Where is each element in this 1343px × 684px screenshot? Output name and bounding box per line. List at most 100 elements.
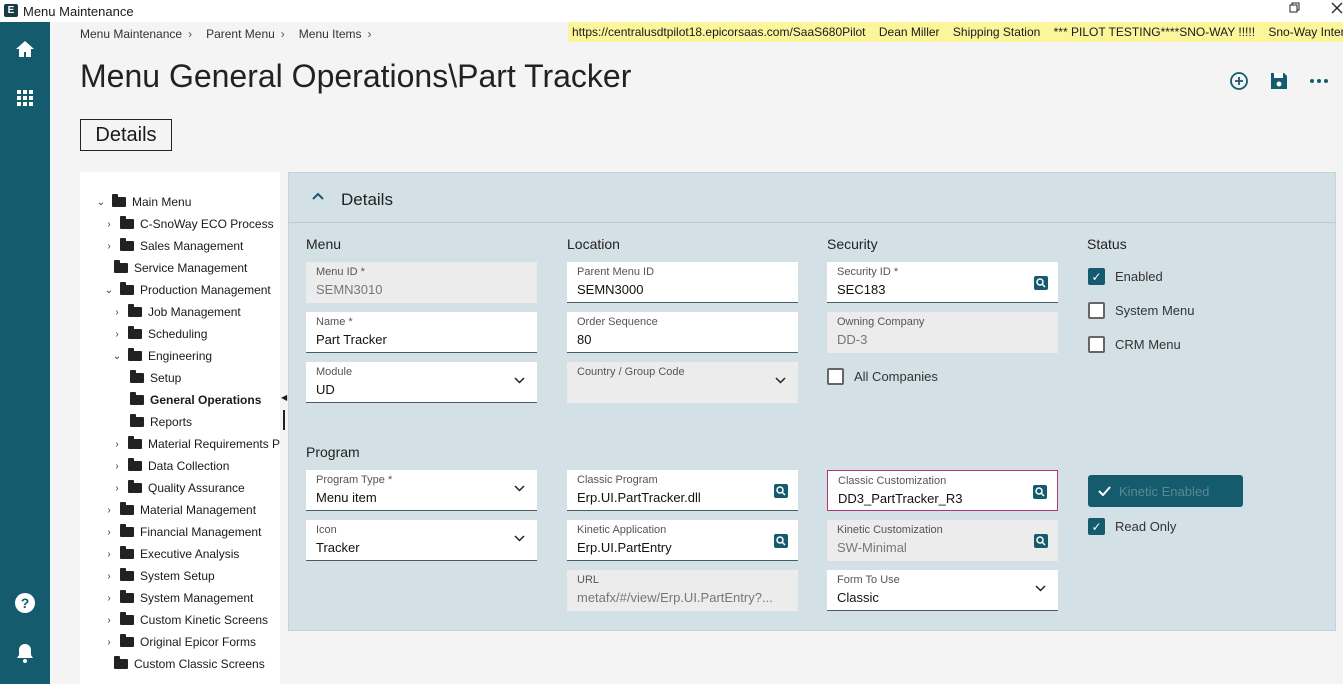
chevron-right-icon[interactable]: › xyxy=(104,527,114,538)
all-companies-checkbox[interactable]: All Companies xyxy=(827,368,938,385)
more-icon[interactable] xyxy=(1308,70,1330,92)
chevron-right-icon[interactable]: › xyxy=(112,461,122,472)
chevron-right-icon[interactable]: › xyxy=(104,505,114,516)
folder-icon xyxy=(128,326,142,339)
tree-item-material-requirements-planning[interactable]: › Material Requirements Pla xyxy=(112,434,280,454)
tree-item-financial-management[interactable]: › Financial Management xyxy=(104,522,261,542)
tree-resize-handle[interactable] xyxy=(283,410,285,430)
chevron-down-icon[interactable]: ⌄ xyxy=(96,197,106,208)
tree-item-data-collection[interactable]: › Data Collection xyxy=(112,456,229,476)
folder-icon xyxy=(130,370,144,383)
security-id-field[interactable]: Security ID * SEC183 xyxy=(827,262,1058,303)
tab-details[interactable]: Details xyxy=(80,119,172,151)
tree-item-executive-analysis[interactable]: › Executive Analysis xyxy=(104,544,239,564)
checkbox-box[interactable] xyxy=(827,368,844,385)
form-to-use-select[interactable]: Form To Use Classic xyxy=(827,570,1058,611)
checkmark-icon xyxy=(1098,484,1111,499)
chevron-down-icon[interactable] xyxy=(1035,583,1046,595)
chevron-down-icon[interactable] xyxy=(514,533,525,545)
chevron-down-icon[interactable]: ⌄ xyxy=(104,285,114,296)
close-window-icon[interactable] xyxy=(1328,2,1343,17)
url-field[interactable]: URL metafx/#/view/Erp.UI.PartEntry?... xyxy=(567,570,798,611)
checkmark-icon[interactable]: ✓ xyxy=(1088,268,1105,285)
search-icon[interactable] xyxy=(1034,534,1048,548)
country-group-code-select[interactable]: Country / Group Code xyxy=(567,362,798,403)
icon-select[interactable]: Icon Tracker xyxy=(306,520,537,561)
kinetic-application-field[interactable]: Kinetic Application Erp.UI.PartEntry xyxy=(567,520,798,561)
enabled-checkbox[interactable]: ✓ Enabled xyxy=(1088,268,1163,285)
tree-item-reports[interactable]: Reports xyxy=(130,412,192,432)
crm-menu-checkbox[interactable]: CRM Menu xyxy=(1088,336,1181,353)
chevron-right-icon[interactable]: › xyxy=(104,593,114,604)
search-icon[interactable] xyxy=(1034,276,1048,290)
order-sequence-field[interactable]: Order Sequence 80 xyxy=(567,312,798,353)
tree-item-main-menu[interactable]: ⌄ Main Menu xyxy=(96,192,191,212)
chevron-down-icon[interactable]: ⌄ xyxy=(112,351,122,362)
chevron-right-icon[interactable]: › xyxy=(112,439,122,450)
breadcrumb-parent-menu[interactable]: Parent Menu xyxy=(206,27,275,41)
tree-item-quality-assurance[interactable]: › Quality Assurance xyxy=(112,478,245,498)
tree-item-job-management[interactable]: › Job Management xyxy=(112,302,241,322)
tree-item-custom-kinetic-screens[interactable]: › Custom Kinetic Screens xyxy=(104,610,268,630)
restore-window-icon[interactable] xyxy=(1286,2,1304,17)
left-nav-rail: ? xyxy=(0,22,50,684)
breadcrumb-menu-maintenance[interactable]: Menu Maintenance xyxy=(80,27,182,41)
details-panel-header[interactable]: Details xyxy=(289,173,1335,223)
menu-id-field[interactable]: Menu ID * SEMN3010 xyxy=(306,262,537,303)
collapse-tree-arrow-icon[interactable]: ◀ xyxy=(281,393,287,402)
tree-item-service-management[interactable]: Service Management xyxy=(114,258,247,278)
system-menu-checkbox[interactable]: System Menu xyxy=(1088,302,1194,319)
chevron-right-icon[interactable]: › xyxy=(104,615,114,626)
chevron-right-icon[interactable]: › xyxy=(112,483,122,494)
tree-item-engineering[interactable]: ⌄ Engineering xyxy=(112,346,212,366)
search-icon[interactable] xyxy=(774,484,788,498)
read-only-checkbox[interactable]: ✓ Read Only xyxy=(1088,518,1176,535)
tree-item-sales-management[interactable]: › Sales Management xyxy=(104,236,243,256)
name-field[interactable]: Name * Part Tracker xyxy=(306,312,537,353)
chevron-right-icon[interactable]: › xyxy=(104,219,114,230)
chevron-right-icon[interactable]: › xyxy=(112,329,122,340)
tree-item-production-management[interactable]: ⌄ Production Management xyxy=(104,280,271,300)
chevron-down-icon[interactable] xyxy=(514,483,525,495)
kinetic-enabled-toggle[interactable]: Kinetic Enabled xyxy=(1088,475,1243,507)
tree-item-custom-classic-screens[interactable]: Custom Classic Screens xyxy=(114,654,265,674)
chevron-right-icon[interactable]: › xyxy=(104,241,114,252)
parent-menu-id-field[interactable]: Parent Menu ID SEMN3000 xyxy=(567,262,798,303)
tree-item-original-epicor-forms[interactable]: › Original Epicor Forms xyxy=(104,632,256,652)
apps-grid-icon[interactable] xyxy=(13,86,37,110)
chevron-down-icon[interactable] xyxy=(775,375,786,387)
chevron-down-icon[interactable] xyxy=(514,375,525,387)
bell-icon[interactable] xyxy=(13,641,37,665)
tree-item-scheduling[interactable]: › Scheduling xyxy=(112,324,207,344)
home-icon[interactable] xyxy=(13,37,37,61)
checkmark-icon[interactable]: ✓ xyxy=(1088,518,1105,535)
checkbox-box[interactable] xyxy=(1088,336,1105,353)
tree-item-system-management[interactable]: › System Management xyxy=(104,588,253,608)
kinetic-customization-field[interactable]: Kinetic Customization SW-Minimal xyxy=(827,520,1058,561)
tree-item-c-snoway-eco-process[interactable]: › C-SnoWay ECO Process xyxy=(104,214,274,234)
help-icon[interactable]: ? xyxy=(13,591,37,615)
owning-company-field[interactable]: Owning Company DD-3 xyxy=(827,312,1058,353)
tree-item-material-management[interactable]: › Material Management xyxy=(104,500,256,520)
classic-program-field[interactable]: Classic Program Erp.UI.PartTracker.dll xyxy=(567,470,798,511)
search-icon[interactable] xyxy=(1033,485,1047,499)
breadcrumb-menu-items[interactable]: Menu Items xyxy=(299,27,362,41)
chevron-right-icon[interactable]: › xyxy=(104,637,114,648)
add-icon[interactable] xyxy=(1228,70,1250,92)
chevron-up-icon[interactable] xyxy=(311,189,325,208)
chevron-right-icon[interactable]: › xyxy=(112,307,122,318)
tree-item-general-operations[interactable]: General Operations xyxy=(130,390,261,410)
kinetic-application-value: Erp.UI.PartEntry xyxy=(577,540,672,555)
chevron-right-icon[interactable]: › xyxy=(104,571,114,582)
program-type-value: Menu item xyxy=(316,490,377,505)
tree-item-system-setup[interactable]: › System Setup xyxy=(104,566,215,586)
module-select[interactable]: Module UD xyxy=(306,362,537,403)
save-icon[interactable] xyxy=(1268,70,1290,92)
folder-icon xyxy=(112,194,126,207)
program-type-select[interactable]: Program Type * Menu item xyxy=(306,470,537,511)
chevron-right-icon[interactable]: › xyxy=(104,549,114,560)
tree-item-setup[interactable]: Setup xyxy=(130,368,181,388)
search-icon[interactable] xyxy=(774,534,788,548)
checkbox-box[interactable] xyxy=(1088,302,1105,319)
classic-customization-field[interactable]: Classic Customization DD3_PartTracker_R3 xyxy=(827,470,1058,511)
